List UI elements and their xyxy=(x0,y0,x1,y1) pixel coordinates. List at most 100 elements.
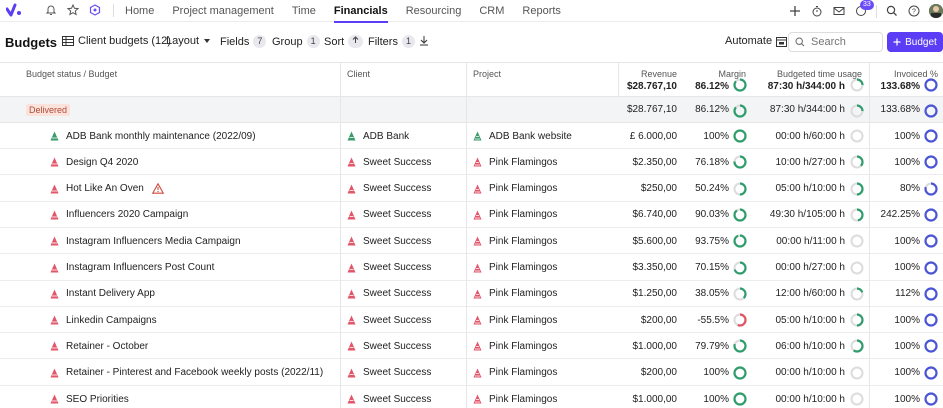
client-name[interactable]: Sweet Success xyxy=(363,341,431,352)
nav-item-reports[interactable]: Reports xyxy=(522,0,570,22)
table-row[interactable]: Retainer - October Sweet Success Pink Fl… xyxy=(0,333,943,360)
client-cell[interactable]: Sweet Success xyxy=(347,307,431,333)
budget-cell[interactable]: Linkedin Campaigns xyxy=(50,307,157,333)
project-cell[interactable]: Pink Flamingos xyxy=(473,255,557,281)
add-budget-button[interactable]: Budget xyxy=(887,32,943,52)
client-name[interactable]: Sweet Success xyxy=(363,367,431,378)
column-header-revenue[interactable]: Revenue xyxy=(600,69,677,79)
project-name[interactable]: Pink Flamingos xyxy=(489,157,557,168)
project-cell[interactable]: Pink Flamingos xyxy=(473,386,557,408)
project-cell[interactable]: Pink Flamingos xyxy=(473,307,557,333)
client-name[interactable]: Sweet Success xyxy=(363,262,431,273)
app-logo-icon[interactable] xyxy=(6,3,22,17)
budget-name[interactable]: Instagram Influencers Media Campaign xyxy=(66,236,241,247)
nav-item-project-management[interactable]: Project management xyxy=(172,0,283,22)
project-name[interactable]: Pink Flamingos xyxy=(489,394,557,405)
column-header-time-usage[interactable]: Budgeted time usage xyxy=(750,69,862,79)
client-budgets-button[interactable]: Client budgets (12) xyxy=(62,35,171,47)
project-name[interactable]: Pink Flamingos xyxy=(489,367,557,378)
plus-icon[interactable] xyxy=(788,4,802,18)
budget-cell[interactable]: Hot Like An Oven xyxy=(50,176,164,202)
table-row[interactable]: ADB Bank monthly maintenance (2022/09) A… xyxy=(0,123,943,149)
table-row[interactable]: Instagram Influencers Post Count Sweet S… xyxy=(0,255,943,281)
nav-item-crm[interactable]: CRM xyxy=(479,0,513,22)
project-name[interactable]: Pink Flamingos xyxy=(489,236,557,247)
client-cell[interactable]: Sweet Success xyxy=(347,386,431,408)
project-name[interactable]: ADB Bank website xyxy=(489,131,572,142)
table-row[interactable]: Instagram Influencers Media Campaign Swe… xyxy=(0,228,943,255)
column-header-budget[interactable]: Budget status / Budget xyxy=(26,69,117,79)
client-cell[interactable]: ADB Bank xyxy=(347,123,409,149)
automate-button[interactable]: Automate xyxy=(725,35,788,47)
budget-name[interactable]: Instagram Influencers Post Count xyxy=(66,262,214,273)
mail-icon[interactable] xyxy=(832,4,846,18)
project-cell[interactable]: Pink Flamingos xyxy=(473,202,557,228)
filters-button[interactable]: Filters 1 xyxy=(368,35,415,48)
stopwatch-icon[interactable] xyxy=(810,4,824,18)
budget-cell[interactable]: Instagram Influencers Post Count xyxy=(50,255,214,281)
sort-button[interactable]: Sort xyxy=(324,35,364,48)
project-cell[interactable]: Pink Flamingos xyxy=(473,176,557,202)
project-cell[interactable]: Pink Flamingos xyxy=(473,228,557,254)
client-name[interactable]: Sweet Success xyxy=(363,315,431,326)
budget-cell[interactable]: ADB Bank monthly maintenance (2022/09) xyxy=(50,123,256,149)
project-cell[interactable]: ADB Bank website xyxy=(473,123,572,149)
project-name[interactable]: Pink Flamingos xyxy=(489,183,557,194)
client-name[interactable]: Sweet Success xyxy=(363,183,431,194)
layout-dropdown[interactable]: Layout xyxy=(166,35,211,47)
table-row[interactable]: SEO Priorities Sweet Success Pink Flamin… xyxy=(0,386,943,408)
budget-name[interactable]: Hot Like An Oven xyxy=(66,183,144,194)
client-cell[interactable]: Sweet Success xyxy=(347,149,431,175)
budget-name[interactable]: SEO Priorities xyxy=(66,394,129,405)
table-row[interactable]: Design Q4 2020 Sweet Success Pink Flamin… xyxy=(0,149,943,176)
table-row[interactable]: Instant Delivery App Sweet Success Pink … xyxy=(0,281,943,307)
budget-cell[interactable]: Design Q4 2020 xyxy=(50,149,138,175)
budget-cell[interactable]: Instant Delivery App xyxy=(50,281,155,307)
download-button[interactable] xyxy=(419,35,429,46)
client-name[interactable]: Sweet Success xyxy=(363,236,431,247)
table-row[interactable]: Retainer - Pinterest and Facebook weekly… xyxy=(0,360,943,386)
hexagon-icon[interactable] xyxy=(88,3,102,17)
client-name[interactable]: Sweet Success xyxy=(363,157,431,168)
client-name[interactable]: ADB Bank xyxy=(363,131,409,142)
client-cell[interactable]: Sweet Success xyxy=(347,255,431,281)
fields-button[interactable]: Fields 7 xyxy=(220,35,267,48)
project-name[interactable]: Pink Flamingos xyxy=(489,288,557,299)
client-cell[interactable]: Sweet Success xyxy=(347,176,431,202)
project-name[interactable]: Pink Flamingos xyxy=(489,209,557,220)
budget-cell[interactable]: Instagram Influencers Media Campaign xyxy=(50,228,241,254)
group-button[interactable]: Group 1 xyxy=(272,35,320,48)
search-field[interactable] xyxy=(788,32,883,52)
nav-item-time[interactable]: Time xyxy=(292,0,325,22)
budget-name[interactable]: Linkedin Campaigns xyxy=(66,315,157,326)
nav-item-home[interactable]: Home xyxy=(125,0,163,22)
project-name[interactable]: Pink Flamingos xyxy=(489,262,557,273)
client-name[interactable]: Sweet Success xyxy=(363,394,431,405)
budget-cell[interactable]: Retainer - Pinterest and Facebook weekly… xyxy=(50,360,323,386)
budget-name[interactable]: ADB Bank monthly maintenance (2022/09) xyxy=(66,131,256,142)
help-icon[interactable]: ? xyxy=(907,4,921,18)
budget-cell[interactable]: Retainer - October xyxy=(50,333,148,359)
nav-item-resourcing[interactable]: Resourcing xyxy=(406,0,471,22)
avatar[interactable] xyxy=(929,4,943,18)
project-name[interactable]: Pink Flamingos xyxy=(489,315,557,326)
client-name[interactable]: Sweet Success xyxy=(363,209,431,220)
search-input[interactable] xyxy=(811,36,871,48)
client-cell[interactable]: Sweet Success xyxy=(347,228,431,254)
project-cell[interactable]: Pink Flamingos xyxy=(473,333,557,359)
project-cell[interactable]: Pink Flamingos xyxy=(473,360,557,386)
project-cell[interactable]: Pink Flamingos xyxy=(473,281,557,307)
table-row[interactable]: Linkedin Campaigns Sweet Success Pink Fl… xyxy=(0,307,943,334)
client-cell[interactable]: Sweet Success xyxy=(347,281,431,307)
budget-name[interactable]: Influencers 2020 Campaign xyxy=(66,209,188,220)
bell-icon[interactable] xyxy=(44,3,58,17)
project-cell[interactable]: Pink Flamingos xyxy=(473,149,557,175)
client-cell[interactable]: Sweet Success xyxy=(347,360,431,386)
client-cell[interactable]: Sweet Success xyxy=(347,202,431,228)
project-name[interactable]: Pink Flamingos xyxy=(489,341,557,352)
client-name[interactable]: Sweet Success xyxy=(363,288,431,299)
budget-name[interactable]: Design Q4 2020 xyxy=(66,157,138,168)
budget-name[interactable]: Retainer - October xyxy=(66,341,148,352)
group-row-delivered[interactable]: Delivered $28.767,10 86.12% 87:30 h/344:… xyxy=(0,97,943,123)
notifications-icon[interactable]: 33 xyxy=(854,0,874,18)
